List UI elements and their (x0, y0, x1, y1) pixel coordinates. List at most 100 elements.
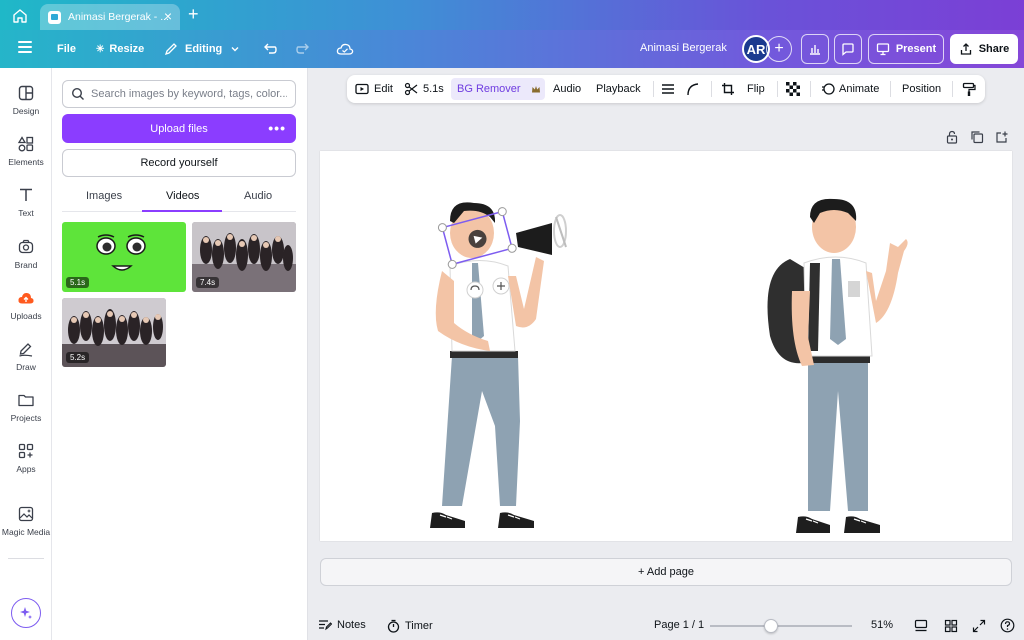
sparkle-magic-icon (20, 607, 32, 619)
folder-icon (18, 394, 34, 407)
rail-item-brand[interactable]: Brand (0, 238, 52, 270)
record-yourself-label: Record yourself (140, 157, 218, 169)
playback-label: Playback (596, 83, 641, 95)
browser-tab[interactable]: Animasi Bergerak - ... × (40, 4, 180, 30)
add-page-icon[interactable] (995, 130, 1009, 144)
tab-images[interactable]: Images (86, 190, 122, 202)
tab-audio[interactable]: Audio (244, 190, 272, 202)
rail-divider (8, 558, 44, 559)
project-title[interactable]: Animasi Bergerak (640, 42, 727, 54)
record-yourself-button[interactable]: Record yourself (62, 149, 296, 177)
active-tab-indicator (142, 210, 222, 212)
rail-label-apps: Apps (16, 464, 36, 474)
redo-icon[interactable] (295, 41, 311, 57)
corner-rounding-icon[interactable] (686, 82, 700, 96)
audio-label: Audio (553, 83, 582, 95)
video-thumbnail[interactable]: 5.1s (62, 222, 186, 292)
zoom-level-label: 51% (871, 619, 894, 631)
transparency-icon[interactable] (786, 82, 800, 96)
close-tab-icon[interactable]: × (164, 9, 172, 23)
editing-mode-dropdown[interactable]: Editing (164, 30, 240, 68)
video-thumbnail[interactable]: 7.4s (192, 222, 296, 292)
edit-button[interactable]: Edit (355, 75, 393, 103)
toolbar-divider (777, 81, 778, 97)
audio-button[interactable]: Audio (553, 75, 581, 103)
timer-button[interactable]: Timer (387, 619, 433, 633)
more-options-icon[interactable]: ••• (268, 121, 286, 135)
fullscreen-icon[interactable] (972, 619, 986, 633)
rail-label-draw: Draw (16, 362, 36, 372)
student-with-megaphone-illustration[interactable] (430, 202, 567, 528)
avatar-initials: AR (746, 41, 766, 57)
rail-label-magic-media: Magic Media (1, 527, 51, 537)
rail-item-elements[interactable]: Elements (0, 135, 52, 167)
rail-label-text: Text (18, 208, 34, 218)
video-thumbnail[interactable]: 5.2s (62, 298, 166, 367)
draw-icon (19, 343, 33, 357)
pages-view-icon[interactable] (914, 619, 928, 633)
file-menu-button[interactable]: File (57, 30, 76, 68)
toolbar-divider (653, 81, 654, 97)
upload-files-label: Upload files (150, 122, 208, 135)
zoom-slider-track[interactable] (710, 625, 852, 627)
rail-item-apps[interactable]: Apps (0, 442, 52, 474)
undo-icon[interactable] (262, 41, 278, 57)
file-menu-label: File (57, 43, 76, 55)
rail-label-uploads: Uploads (10, 311, 42, 321)
page-indicator[interactable]: Page 1 / 1 (654, 619, 704, 631)
insights-button[interactable] (801, 34, 829, 64)
rail-item-projects[interactable]: Projects (0, 391, 52, 423)
present-label: Present (895, 43, 937, 55)
share-upload-icon (960, 43, 971, 55)
lock-icon[interactable] (945, 130, 959, 144)
hamburger-menu-icon[interactable] (18, 41, 32, 53)
student-with-backpack-illustration[interactable] (767, 198, 908, 533)
cloud-saved-icon[interactable] (336, 40, 354, 58)
crown-icon (531, 85, 540, 92)
invite-collaborator-button[interactable]: + (766, 36, 792, 62)
canvas-illustration (430, 198, 908, 533)
rail-item-design[interactable]: Design (0, 84, 52, 116)
apps-icon (18, 443, 34, 459)
browser-tab-strip: Animasi Bergerak - ... × + (0, 0, 1024, 30)
position-button[interactable]: Position (902, 75, 941, 103)
playback-button[interactable]: Playback (596, 75, 641, 103)
share-button[interactable]: Share (950, 34, 1018, 64)
page-indicator-label: Page 1 / 1 (654, 619, 705, 631)
rail-item-text[interactable]: Text (0, 186, 52, 218)
rail-item-draw[interactable]: Draw (0, 340, 52, 372)
zoom-level[interactable]: 51% (871, 619, 893, 631)
media-tabs: Images Videos Audio (62, 186, 296, 212)
border-style-icon[interactable] (661, 83, 675, 95)
paint-roller-icon[interactable] (962, 82, 976, 97)
help-icon[interactable] (1000, 618, 1015, 633)
present-button[interactable]: Present (868, 34, 944, 64)
duplicate-page-icon[interactable] (970, 130, 984, 144)
sparkle-icon: ✳ (96, 43, 105, 55)
search-box[interactable] (62, 80, 296, 108)
rail-item-uploads[interactable]: Uploads (0, 289, 52, 321)
crop-icon[interactable] (721, 82, 735, 96)
flip-button[interactable]: Flip (747, 75, 765, 103)
add-page-button[interactable]: + Add page (320, 558, 1012, 586)
zoom-slider-handle[interactable] (764, 619, 778, 633)
grid-view-icon[interactable] (944, 619, 958, 633)
magic-assistant-button[interactable] (11, 598, 41, 628)
home-icon[interactable] (12, 8, 28, 24)
bar-chart-icon (810, 45, 820, 55)
comments-button[interactable] (834, 34, 862, 64)
animate-button[interactable]: Animate (821, 75, 879, 103)
search-input[interactable] (91, 88, 287, 100)
text-icon (20, 188, 32, 201)
rail-item-magic-media[interactable]: Magic Media (0, 505, 52, 537)
bg-remover-button[interactable]: BG Remover (451, 78, 545, 100)
toolbar-divider (952, 81, 953, 97)
trim-button[interactable]: 5.1s (404, 75, 444, 103)
new-tab-icon[interactable]: + (188, 5, 199, 23)
elements-icon (17, 136, 34, 152)
tab-videos[interactable]: Videos (166, 190, 199, 202)
notes-button[interactable]: Notes (318, 619, 366, 631)
upload-files-button[interactable]: Upload files ••• (62, 114, 296, 143)
design-page[interactable] (320, 151, 1012, 541)
resize-button[interactable]: ✳ Resize (96, 30, 144, 68)
